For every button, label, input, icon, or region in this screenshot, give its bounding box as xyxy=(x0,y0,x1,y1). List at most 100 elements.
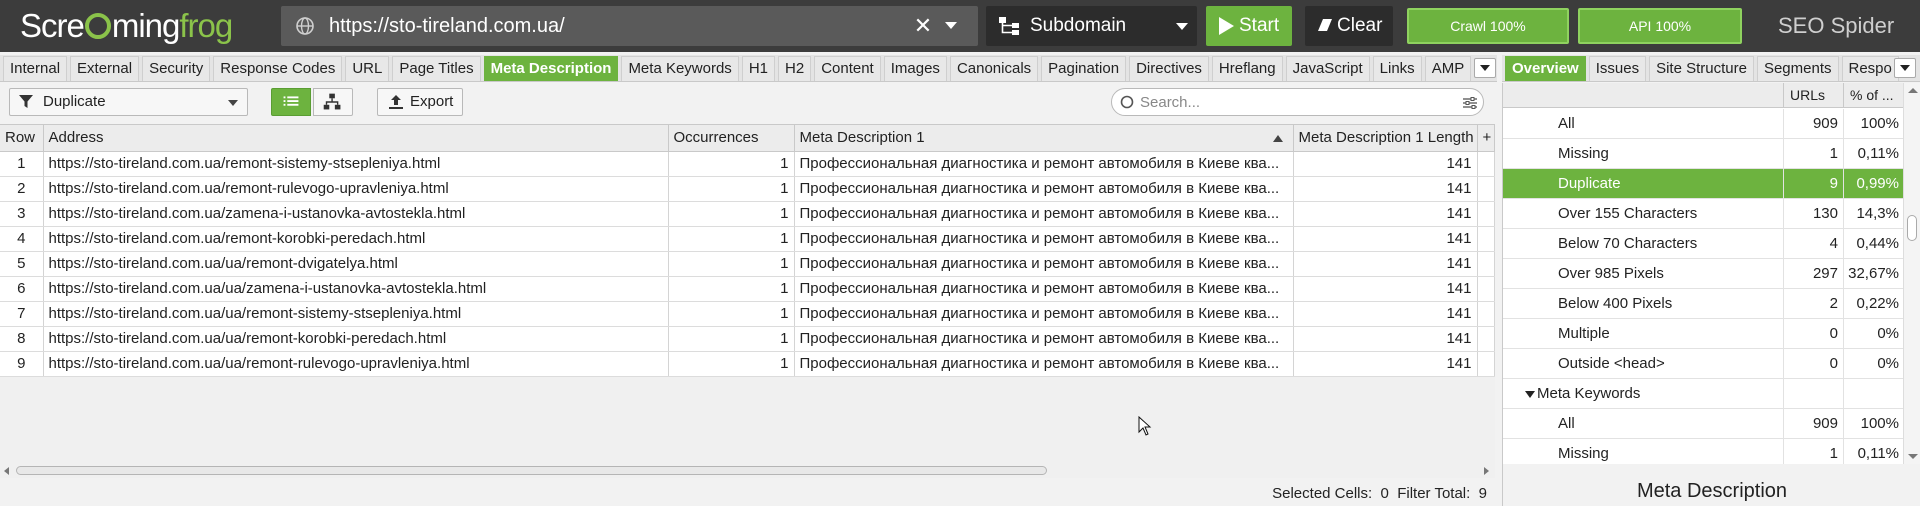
api-progress-button[interactable]: API 100% xyxy=(1578,8,1742,44)
cell-meta-length[interactable]: 141 xyxy=(1293,301,1478,327)
cell-meta-length[interactable]: 141 xyxy=(1293,276,1478,302)
tab-meta-description[interactable]: Meta Description xyxy=(483,56,619,81)
cell-address[interactable]: https://sto-tireland.com.ua/ua/remont-ko… xyxy=(43,326,669,352)
vertical-scrollbar[interactable] xyxy=(1903,83,1920,464)
cell-row-number[interactable]: 9 xyxy=(0,351,44,377)
cell-meta-length[interactable]: 141 xyxy=(1293,151,1478,177)
cell-occurrences[interactable]: 1 xyxy=(668,176,795,202)
url-bar[interactable]: https://sto-tireland.com.ua/ ✕ xyxy=(281,6,978,46)
cell-occurrences[interactable]: 1 xyxy=(668,251,795,277)
url-history-dropdown-icon[interactable] xyxy=(945,22,957,29)
right-tabs-overflow-button[interactable] xyxy=(1894,58,1916,78)
tab-javascript[interactable]: JavaScript xyxy=(1285,56,1370,81)
cell-meta-length[interactable]: 141 xyxy=(1293,351,1478,377)
table-row[interactable]: 4 https://sto-tireland.com.ua/remont-koro… xyxy=(0,226,1495,252)
right-tab-respo[interactable]: Respo xyxy=(1841,56,1899,81)
cell-meta-description[interactable]: Профессиональная диагностика и ремонт ав… xyxy=(794,151,1294,177)
cell-meta-description[interactable]: Профессиональная диагностика и ремонт ав… xyxy=(794,226,1294,252)
col-header-meta-length[interactable]: Meta Description 1 Length xyxy=(1293,125,1478,152)
cell-row-number[interactable]: 6 xyxy=(0,276,44,302)
overview-row[interactable]: All 909 100% xyxy=(1503,409,1903,439)
search-box[interactable] xyxy=(1111,88,1484,116)
tab-response-codes[interactable]: Response Codes xyxy=(213,56,343,81)
filter-select[interactable]: Duplicate xyxy=(9,88,248,116)
cell-row-number[interactable]: 3 xyxy=(0,201,44,227)
cell-address[interactable]: https://sto-tireland.com.ua/remont-korob… xyxy=(43,226,669,252)
crawl-progress-button[interactable]: Crawl 100% xyxy=(1407,8,1569,44)
cell-row-number[interactable]: 8 xyxy=(0,326,44,352)
tab-external[interactable]: External xyxy=(70,56,140,81)
start-button[interactable]: Start xyxy=(1206,6,1292,46)
overview-row[interactable]: All 909 100% xyxy=(1503,109,1903,139)
overview-row[interactable]: Below 400 Pixels 2 0,22% xyxy=(1503,289,1903,319)
horizontal-scrollbar[interactable] xyxy=(0,464,1495,478)
tab-directives[interactable]: Directives xyxy=(1129,56,1209,81)
cell-occurrences[interactable]: 1 xyxy=(668,351,795,377)
cell-meta-length[interactable]: 141 xyxy=(1293,226,1478,252)
scroll-down-icon[interactable] xyxy=(1908,454,1918,459)
table-row[interactable]: 5 https://sto-tireland.com.ua/ua/remont-d… xyxy=(0,251,1495,277)
scroll-right-icon[interactable] xyxy=(1484,467,1489,475)
url-input[interactable]: https://sto-tireland.com.ua/ xyxy=(329,6,565,46)
horizontal-scroll-thumb[interactable] xyxy=(16,466,1047,475)
overview-row[interactable]: Below 70 Characters 4 0,44% xyxy=(1503,229,1903,259)
cell-address[interactable]: https://sto-tireland.com.ua/ua/zamena-i-… xyxy=(43,276,669,302)
col-header-meta-description-1[interactable]: Meta Description 1 xyxy=(794,125,1294,152)
cell-row-number[interactable]: 1 xyxy=(0,151,44,177)
overview-row[interactable]: Duplicate 9 0,99% xyxy=(1503,169,1903,199)
crawl-mode-select[interactable]: Subdomain xyxy=(986,6,1197,46)
cell-occurrences[interactable]: 1 xyxy=(668,226,795,252)
add-column-button[interactable]: + xyxy=(1477,125,1495,152)
cell-row-number[interactable]: 5 xyxy=(0,251,44,277)
export-button[interactable]: Export xyxy=(377,88,463,116)
col-header-urls[interactable]: URLs xyxy=(1783,83,1843,108)
cell-row-number[interactable]: 7 xyxy=(0,301,44,327)
overview-row[interactable]: Missing 1 0,11% xyxy=(1503,139,1903,169)
tab-canonicals[interactable]: Canonicals xyxy=(949,56,1039,81)
right-tab-site-structure[interactable]: Site Structure xyxy=(1649,56,1754,81)
overview-row[interactable]: Over 155 Characters 130 14,3% xyxy=(1503,199,1903,229)
expand-triangle-icon[interactable] xyxy=(1525,391,1535,398)
cell-address[interactable]: https://sto-tireland.com.ua/ua/remont-si… xyxy=(43,301,669,327)
cell-occurrences[interactable]: 1 xyxy=(668,151,795,177)
cell-occurrences[interactable]: 1 xyxy=(668,301,795,327)
tab-security[interactable]: Security xyxy=(142,56,211,81)
cell-occurrences[interactable]: 1 xyxy=(668,326,795,352)
tab-url[interactable]: URL xyxy=(345,56,390,81)
cell-meta-description[interactable]: Профессиональная диагностика и ремонт ав… xyxy=(794,326,1294,352)
cell-meta-description[interactable]: Профессиональная диагностика и ремонт ав… xyxy=(794,176,1294,202)
col-header-row[interactable]: Row xyxy=(0,125,44,152)
table-row[interactable]: 1 https://sto-tireland.com.ua/remont-sist… xyxy=(0,151,1495,177)
tab-hreflang[interactable]: Hreflang xyxy=(1211,56,1283,81)
cell-meta-length[interactable]: 141 xyxy=(1293,326,1478,352)
right-tab-issues[interactable]: Issues xyxy=(1588,56,1647,81)
col-header-percent[interactable]: % of ... xyxy=(1843,83,1903,108)
tab-images[interactable]: Images xyxy=(883,56,947,81)
tab-h1[interactable]: H1 xyxy=(741,56,775,81)
clear-url-icon[interactable]: ✕ xyxy=(911,14,935,38)
scroll-left-icon[interactable] xyxy=(4,467,9,475)
search-input[interactable] xyxy=(1140,92,1440,112)
cell-meta-length[interactable]: 141 xyxy=(1293,201,1478,227)
table-row[interactable]: 3 https://sto-tireland.com.ua/zamena-i-us… xyxy=(0,201,1495,227)
cell-address[interactable]: https://sto-tireland.com.ua/zamena-i-ust… xyxy=(43,201,669,227)
tab-content[interactable]: Content xyxy=(814,56,881,81)
scroll-up-icon[interactable] xyxy=(1908,88,1918,93)
col-header-address[interactable]: Address xyxy=(43,125,669,152)
advanced-search-icon[interactable] xyxy=(1462,95,1478,111)
tab-meta-keywords[interactable]: Meta Keywords xyxy=(621,56,739,81)
cell-meta-description[interactable]: Профессиональная диагностика и ремонт ав… xyxy=(794,351,1294,377)
tab-links[interactable]: Links xyxy=(1372,56,1422,81)
cell-meta-description[interactable]: Профессиональная диагностика и ремонт ав… xyxy=(794,251,1294,277)
cell-address[interactable]: https://sto-tireland.com.ua/ua/remont-ru… xyxy=(43,351,669,377)
tree-view-button[interactable] xyxy=(313,88,353,116)
cell-address[interactable]: https://sto-tireland.com.ua/remont-siste… xyxy=(43,151,669,177)
overview-row[interactable]: Over 985 Pixels 297 32,67% xyxy=(1503,259,1903,289)
tab-pagination[interactable]: Pagination xyxy=(1041,56,1127,81)
overview-row[interactable]: Multiple 0 0% xyxy=(1503,319,1903,349)
cell-occurrences[interactable]: 1 xyxy=(668,201,795,227)
col-header-occurrences[interactable]: Occurrences xyxy=(668,125,795,152)
cell-meta-length[interactable]: 141 xyxy=(1293,251,1478,277)
cell-meta-description[interactable]: Профессиональная диагностика и ремонт ав… xyxy=(794,301,1294,327)
table-row[interactable]: 6 https://sto-tireland.com.ua/ua/zamena-i… xyxy=(0,276,1495,302)
